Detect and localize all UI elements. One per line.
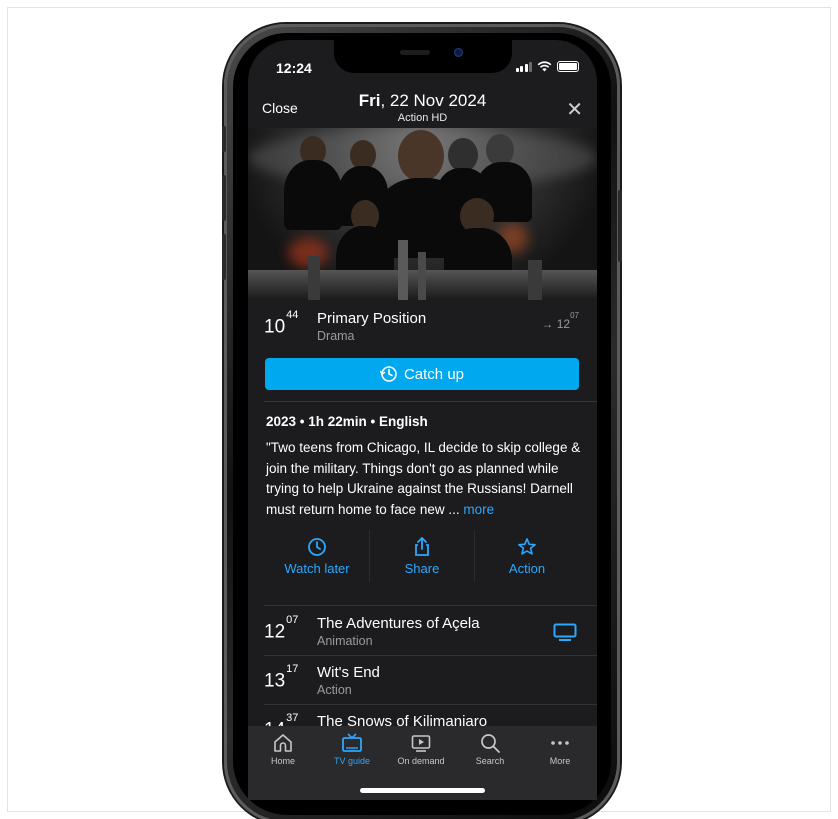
program-poster-image bbox=[248, 128, 597, 300]
divider bbox=[264, 605, 597, 606]
share-icon bbox=[415, 536, 429, 556]
schedule-time: 1317 bbox=[264, 663, 299, 692]
power-button bbox=[618, 190, 622, 262]
current-program-row: 1044 Primary Position Drama → 1207 bbox=[248, 302, 597, 350]
nav-search[interactable]: Search bbox=[460, 732, 520, 766]
share-button[interactable]: Share bbox=[369, 530, 474, 582]
close-icon[interactable]: ✕ bbox=[566, 97, 583, 122]
wifi-icon bbox=[537, 61, 552, 72]
nav-more[interactable]: More bbox=[530, 732, 590, 766]
more-link[interactable]: more bbox=[463, 502, 494, 517]
status-icons bbox=[515, 61, 579, 72]
program-end-time: → 1207 bbox=[541, 311, 579, 331]
nav-tv-guide[interactable]: TV guide bbox=[322, 732, 382, 766]
program-genre: Drama bbox=[317, 329, 355, 343]
schedule-genre: Animation bbox=[317, 634, 373, 648]
volume-down-button bbox=[222, 234, 226, 280]
tv-icon[interactable] bbox=[553, 623, 577, 641]
program-start-time: 1044 bbox=[264, 309, 299, 338]
notch bbox=[334, 40, 512, 73]
schedule-title: Wit's End bbox=[317, 664, 380, 681]
share-label: Share bbox=[404, 560, 440, 576]
star-icon bbox=[518, 537, 536, 555]
tv-guide-icon bbox=[342, 733, 362, 752]
schedule-item[interactable]: 1207 The Adventures of Açela Animation bbox=[248, 607, 597, 655]
channel-name: Action HD bbox=[397, 112, 448, 124]
battery-icon bbox=[557, 61, 579, 72]
search-icon bbox=[481, 734, 500, 753]
front-camera bbox=[454, 48, 463, 57]
program-description: "Two teens from Chicago, IL decide to sk… bbox=[266, 440, 581, 517]
watch-later-label: Watch later bbox=[284, 560, 350, 576]
home-icon bbox=[274, 734, 292, 752]
play-icon bbox=[411, 735, 431, 752]
program-meta: 2023 • 1h 22min • English bbox=[266, 414, 428, 429]
nav-on-demand[interactable]: On demand bbox=[391, 732, 451, 766]
phone-screen: 12:24 Close Fri, 22 Nov 2024 Action HD ✕ bbox=[248, 40, 597, 800]
clock-icon bbox=[308, 537, 326, 556]
schedule-genre: Action bbox=[317, 683, 352, 697]
home-indicator[interactable] bbox=[360, 788, 485, 793]
cellular-signal-icon bbox=[515, 62, 532, 72]
mute-switch bbox=[222, 126, 226, 152]
action-genre-button[interactable]: Action bbox=[474, 530, 579, 582]
action-label: Action bbox=[508, 560, 546, 576]
action-bar: Watch later Share Action bbox=[265, 530, 579, 582]
divider bbox=[264, 401, 597, 402]
schedule-item[interactable]: 1317 Wit's End Action bbox=[248, 656, 597, 704]
more-icon bbox=[551, 741, 569, 745]
catch-up-button[interactable]: Catch up bbox=[265, 358, 579, 390]
program-title: Primary Position bbox=[317, 310, 427, 327]
watch-later-button[interactable]: Watch later bbox=[265, 530, 369, 582]
status-time: 12:24 bbox=[276, 60, 312, 76]
nav-home[interactable]: Home bbox=[253, 732, 313, 766]
schedule-time: 1207 bbox=[264, 614, 299, 643]
volume-up-button bbox=[222, 175, 226, 221]
date-title: Fri, 22 Nov 2024 bbox=[358, 91, 487, 110]
schedule-title: The Adventures of Açela bbox=[317, 615, 480, 632]
detail-header: Close Fri, 22 Nov 2024 Action HD ✕ bbox=[248, 90, 597, 128]
catch-up-icon bbox=[379, 366, 397, 382]
